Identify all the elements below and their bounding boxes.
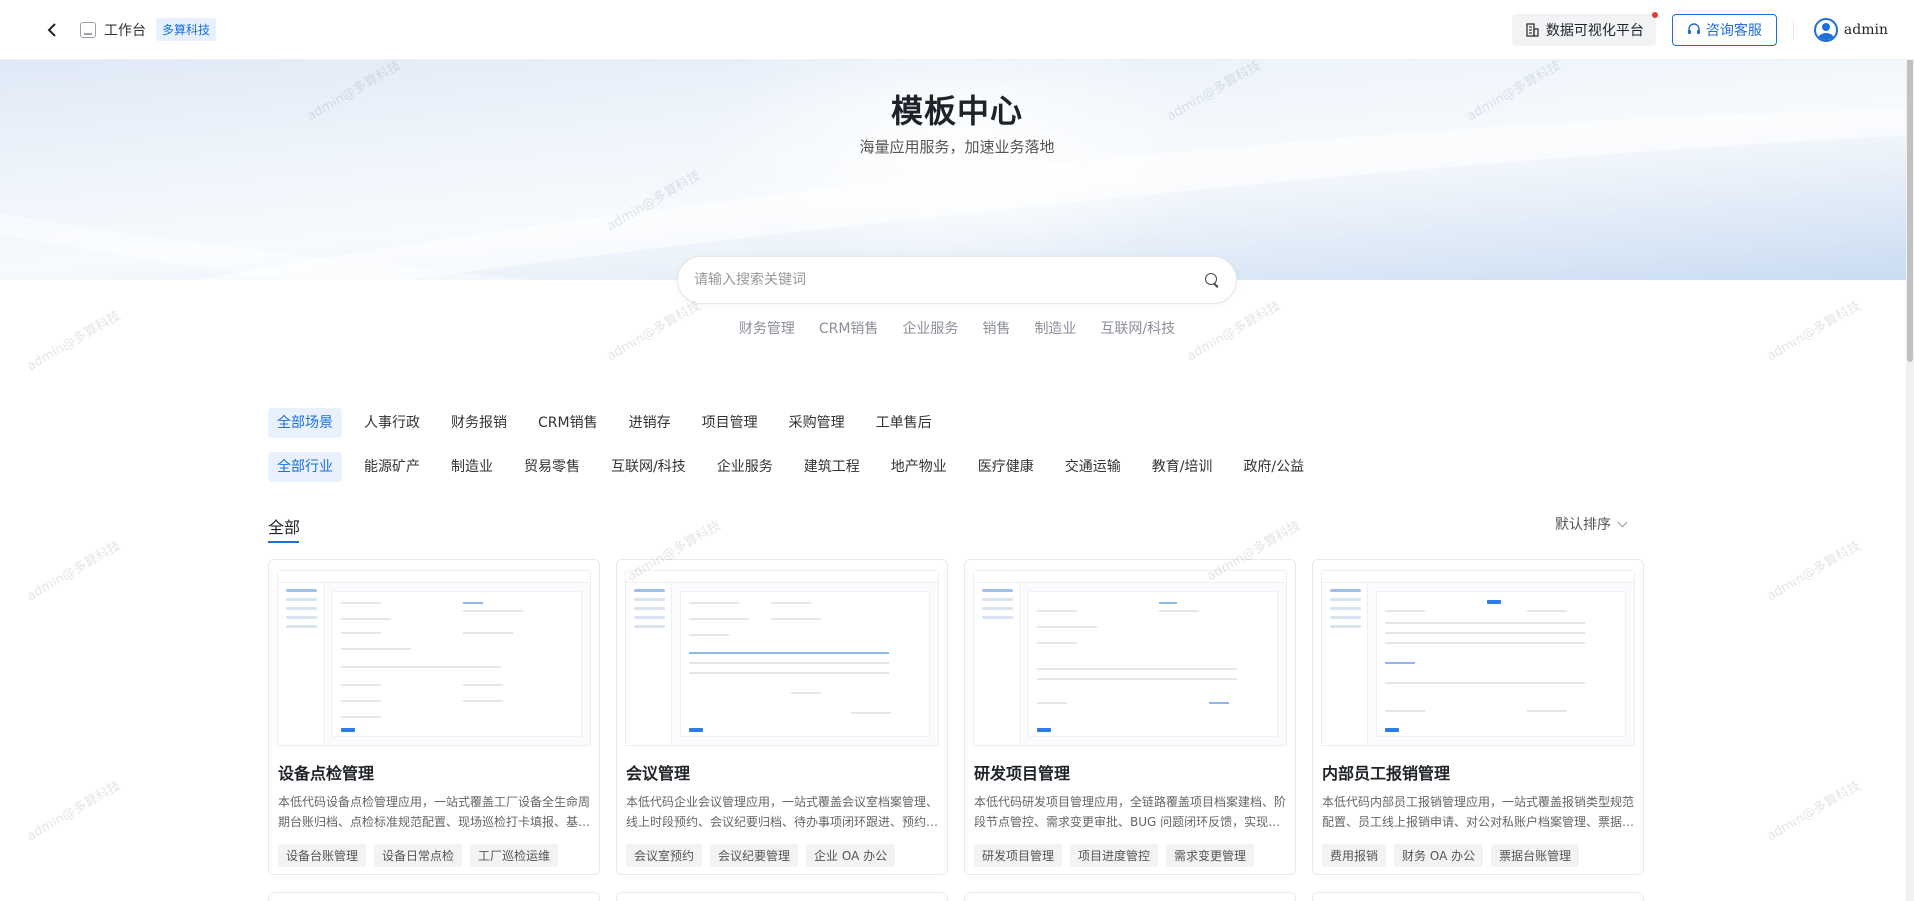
tag-chip: 企业 OA 办公 bbox=[806, 844, 896, 867]
template-preview-image bbox=[625, 570, 939, 746]
industry-filter-item[interactable]: 建筑工程 bbox=[795, 452, 869, 482]
industry-filter-item[interactable]: 交通运输 bbox=[1056, 452, 1130, 482]
template-card[interactable] bbox=[616, 892, 948, 901]
template-card-tags: 会议室预约 会议纪要管理 企业 OA 办公 bbox=[626, 844, 947, 867]
tag-chip: 项目进度管控 bbox=[1070, 844, 1159, 867]
headset-icon bbox=[1687, 23, 1700, 34]
watermark: admin@多算科技 bbox=[1764, 778, 1864, 845]
template-card-title: 内部员工报销管理 bbox=[1322, 764, 1451, 783]
user-avatar-icon[interactable] bbox=[1813, 18, 1838, 42]
template-card[interactable] bbox=[268, 892, 600, 901]
data-viz-button[interactable]: 数据可视化平台 bbox=[1511, 12, 1658, 46]
scene-filter-item[interactable]: 工单售后 bbox=[867, 408, 941, 438]
industry-filter-item[interactable]: 制造业 bbox=[442, 452, 502, 482]
hot-tag[interactable]: 制造业 bbox=[1034, 318, 1076, 338]
page-subtitle: 海量应用服务，加速业务落地 bbox=[859, 138, 1055, 156]
template-card[interactable] bbox=[964, 892, 1296, 901]
template-card-description: 本低代码设备点检管理应用，一站式覆盖工厂设备全生命周期台账归档、点检标准规范配置… bbox=[278, 795, 590, 829]
template-card-title: 研发项目管理 bbox=[974, 764, 1071, 783]
divider bbox=[1792, 21, 1794, 39]
consult-label: 咨询客服 bbox=[1705, 23, 1762, 39]
scene-filter-item[interactable]: 财务报销 bbox=[442, 408, 516, 438]
tag-chip: 研发项目管理 bbox=[974, 844, 1063, 867]
template-card-title: 设备点检管理 bbox=[278, 764, 375, 783]
tag-chip: 财务 OA 办公 bbox=[1394, 844, 1484, 867]
industry-filter-item[interactable]: 贸易零售 bbox=[515, 452, 589, 482]
template-card[interactable]: 会议管理 本低代码企业会议管理应用，一站式覆盖会议室档案管理、线上时段预约、会议… bbox=[616, 559, 948, 875]
watermark: admin@多算科技 bbox=[24, 308, 124, 375]
industry-filter-item[interactable]: 地产物业 bbox=[882, 452, 956, 482]
top-bar: 工作台 多算科技 数据可视化平台 咨询客服 admin bbox=[0, 0, 1914, 60]
watermark: admin@多算科技 bbox=[1764, 538, 1864, 605]
username[interactable]: admin bbox=[1844, 22, 1888, 38]
scene-filter: 全部场景 人事行政 财务报销 CRM销售 进销存 项目管理 采购管理 工单售后 bbox=[268, 408, 954, 438]
template-card-grid: 设备点检管理 本低代码设备点检管理应用，一站式覆盖工厂设备全生命周期台账归档、点… bbox=[268, 559, 1644, 875]
scene-filter-item[interactable]: CRM销售 bbox=[529, 408, 607, 438]
scene-filter-item[interactable]: 采购管理 bbox=[780, 408, 854, 438]
consult-service-button[interactable]: 咨询客服 bbox=[1671, 14, 1777, 46]
template-card-title: 会议管理 bbox=[626, 764, 691, 783]
search-input[interactable] bbox=[694, 272, 1204, 288]
hot-tag[interactable]: 互联网/科技 bbox=[1100, 318, 1175, 338]
watermark: admin@多算科技 bbox=[24, 778, 124, 845]
scene-filter-all[interactable]: 全部场景 bbox=[268, 408, 342, 438]
sort-dropdown[interactable]: 默认排序 bbox=[1555, 514, 1628, 534]
org-badge: 多算科技 bbox=[156, 18, 217, 41]
tag-chip: 工厂巡检运维 bbox=[470, 844, 559, 867]
template-card-tags: 研发项目管理 项目进度管控 需求变更管理 bbox=[974, 844, 1295, 867]
hot-tag[interactable]: 财务管理 bbox=[739, 318, 795, 338]
tag-chip: 设备台账管理 bbox=[278, 844, 367, 867]
tag-chip: 票据台账管理 bbox=[1491, 844, 1580, 867]
back-arrow-icon[interactable] bbox=[42, 20, 62, 40]
hot-tag[interactable]: CRM销售 bbox=[819, 318, 879, 338]
tag-chip: 会议室预约 bbox=[626, 844, 703, 867]
template-card-tags: 费用报销 财务 OA 办公 票据台账管理 bbox=[1322, 844, 1643, 867]
template-card-grid-next-row bbox=[268, 892, 1644, 901]
industry-filter: 全部行业 能源矿产 制造业 贸易零售 互联网/科技 企业服务 建筑工程 地产物业… bbox=[268, 452, 1326, 482]
template-preview-image bbox=[1321, 570, 1635, 746]
scene-filter-item[interactable]: 进销存 bbox=[620, 408, 680, 438]
industry-filter-item[interactable]: 能源矿产 bbox=[355, 452, 429, 482]
scene-filter-item[interactable]: 人事行政 bbox=[355, 408, 429, 438]
scene-filter-item[interactable]: 项目管理 bbox=[693, 408, 767, 438]
template-card[interactable]: 研发项目管理 本低代码研发项目管理应用，全链路覆盖项目档案建档、阶段节点管控、需… bbox=[964, 559, 1296, 875]
workspace-link[interactable]: 工作台 bbox=[104, 20, 146, 40]
building-icon bbox=[1526, 23, 1539, 37]
hot-tag[interactable]: 销售 bbox=[982, 318, 1010, 338]
watermark: admin@多算科技 bbox=[24, 538, 124, 605]
chevron-down-icon bbox=[1617, 517, 1628, 527]
tag-chip: 需求变更管理 bbox=[1166, 844, 1255, 867]
template-preview-image bbox=[277, 570, 591, 746]
industry-filter-item[interactable]: 企业服务 bbox=[708, 452, 782, 482]
industry-filter-item[interactable]: 互联网/科技 bbox=[602, 452, 695, 482]
template-card-description: 本低代码企业会议管理应用，一站式覆盖会议室档案管理、线上时段预约、会议纪要归档、… bbox=[626, 795, 938, 829]
tag-chip: 设备日常点检 bbox=[374, 844, 463, 867]
template-card-tags: 设备台账管理 设备日常点检 工厂巡检运维 bbox=[278, 844, 599, 867]
tag-chip: 费用报销 bbox=[1322, 844, 1387, 867]
template-card-description: 本低代码研发项目管理应用，全链路覆盖项目档案建档、阶段节点管控、需求变更审批、B… bbox=[974, 795, 1286, 829]
template-card[interactable]: 内部员工报销管理 本低代码内部员工报销管理应用，一站式覆盖报销类型规范配置、员工… bbox=[1312, 559, 1644, 875]
template-card[interactable]: 设备点检管理 本低代码设备点检管理应用，一站式覆盖工厂设备全生命周期台账归档、点… bbox=[268, 559, 600, 875]
page-title: 模板中心 bbox=[890, 92, 1023, 130]
industry-filter-item[interactable]: 教育/培训 bbox=[1143, 452, 1222, 482]
hot-search-tags: 财务管理 CRM销售 企业服务 销售 制造业 互联网/科技 bbox=[0, 318, 1914, 338]
industry-filter-item[interactable]: 政府/公益 bbox=[1234, 452, 1313, 482]
sort-label: 默认排序 bbox=[1555, 517, 1611, 533]
industry-filter-all[interactable]: 全部行业 bbox=[268, 452, 342, 482]
template-card[interactable] bbox=[1312, 892, 1644, 901]
scrollbar[interactable] bbox=[1906, 0, 1914, 901]
template-card-description: 本低代码内部员工报销管理应用，一站式覆盖报销类型规范配置、员工线上报销申请、对公… bbox=[1322, 795, 1634, 829]
notification-dot bbox=[1651, 12, 1658, 18]
data-viz-label: 数据可视化平台 bbox=[1545, 23, 1644, 39]
industry-filter-item[interactable]: 医疗健康 bbox=[969, 452, 1043, 482]
tag-chip: 会议纪要管理 bbox=[710, 844, 799, 867]
search-box bbox=[677, 256, 1237, 304]
search-icon[interactable] bbox=[1204, 272, 1220, 288]
template-preview-image bbox=[973, 570, 1287, 746]
workspace-icon bbox=[80, 21, 96, 38]
section-tab-all[interactable]: 全部 bbox=[268, 514, 300, 543]
hot-tag[interactable]: 企业服务 bbox=[902, 318, 958, 338]
